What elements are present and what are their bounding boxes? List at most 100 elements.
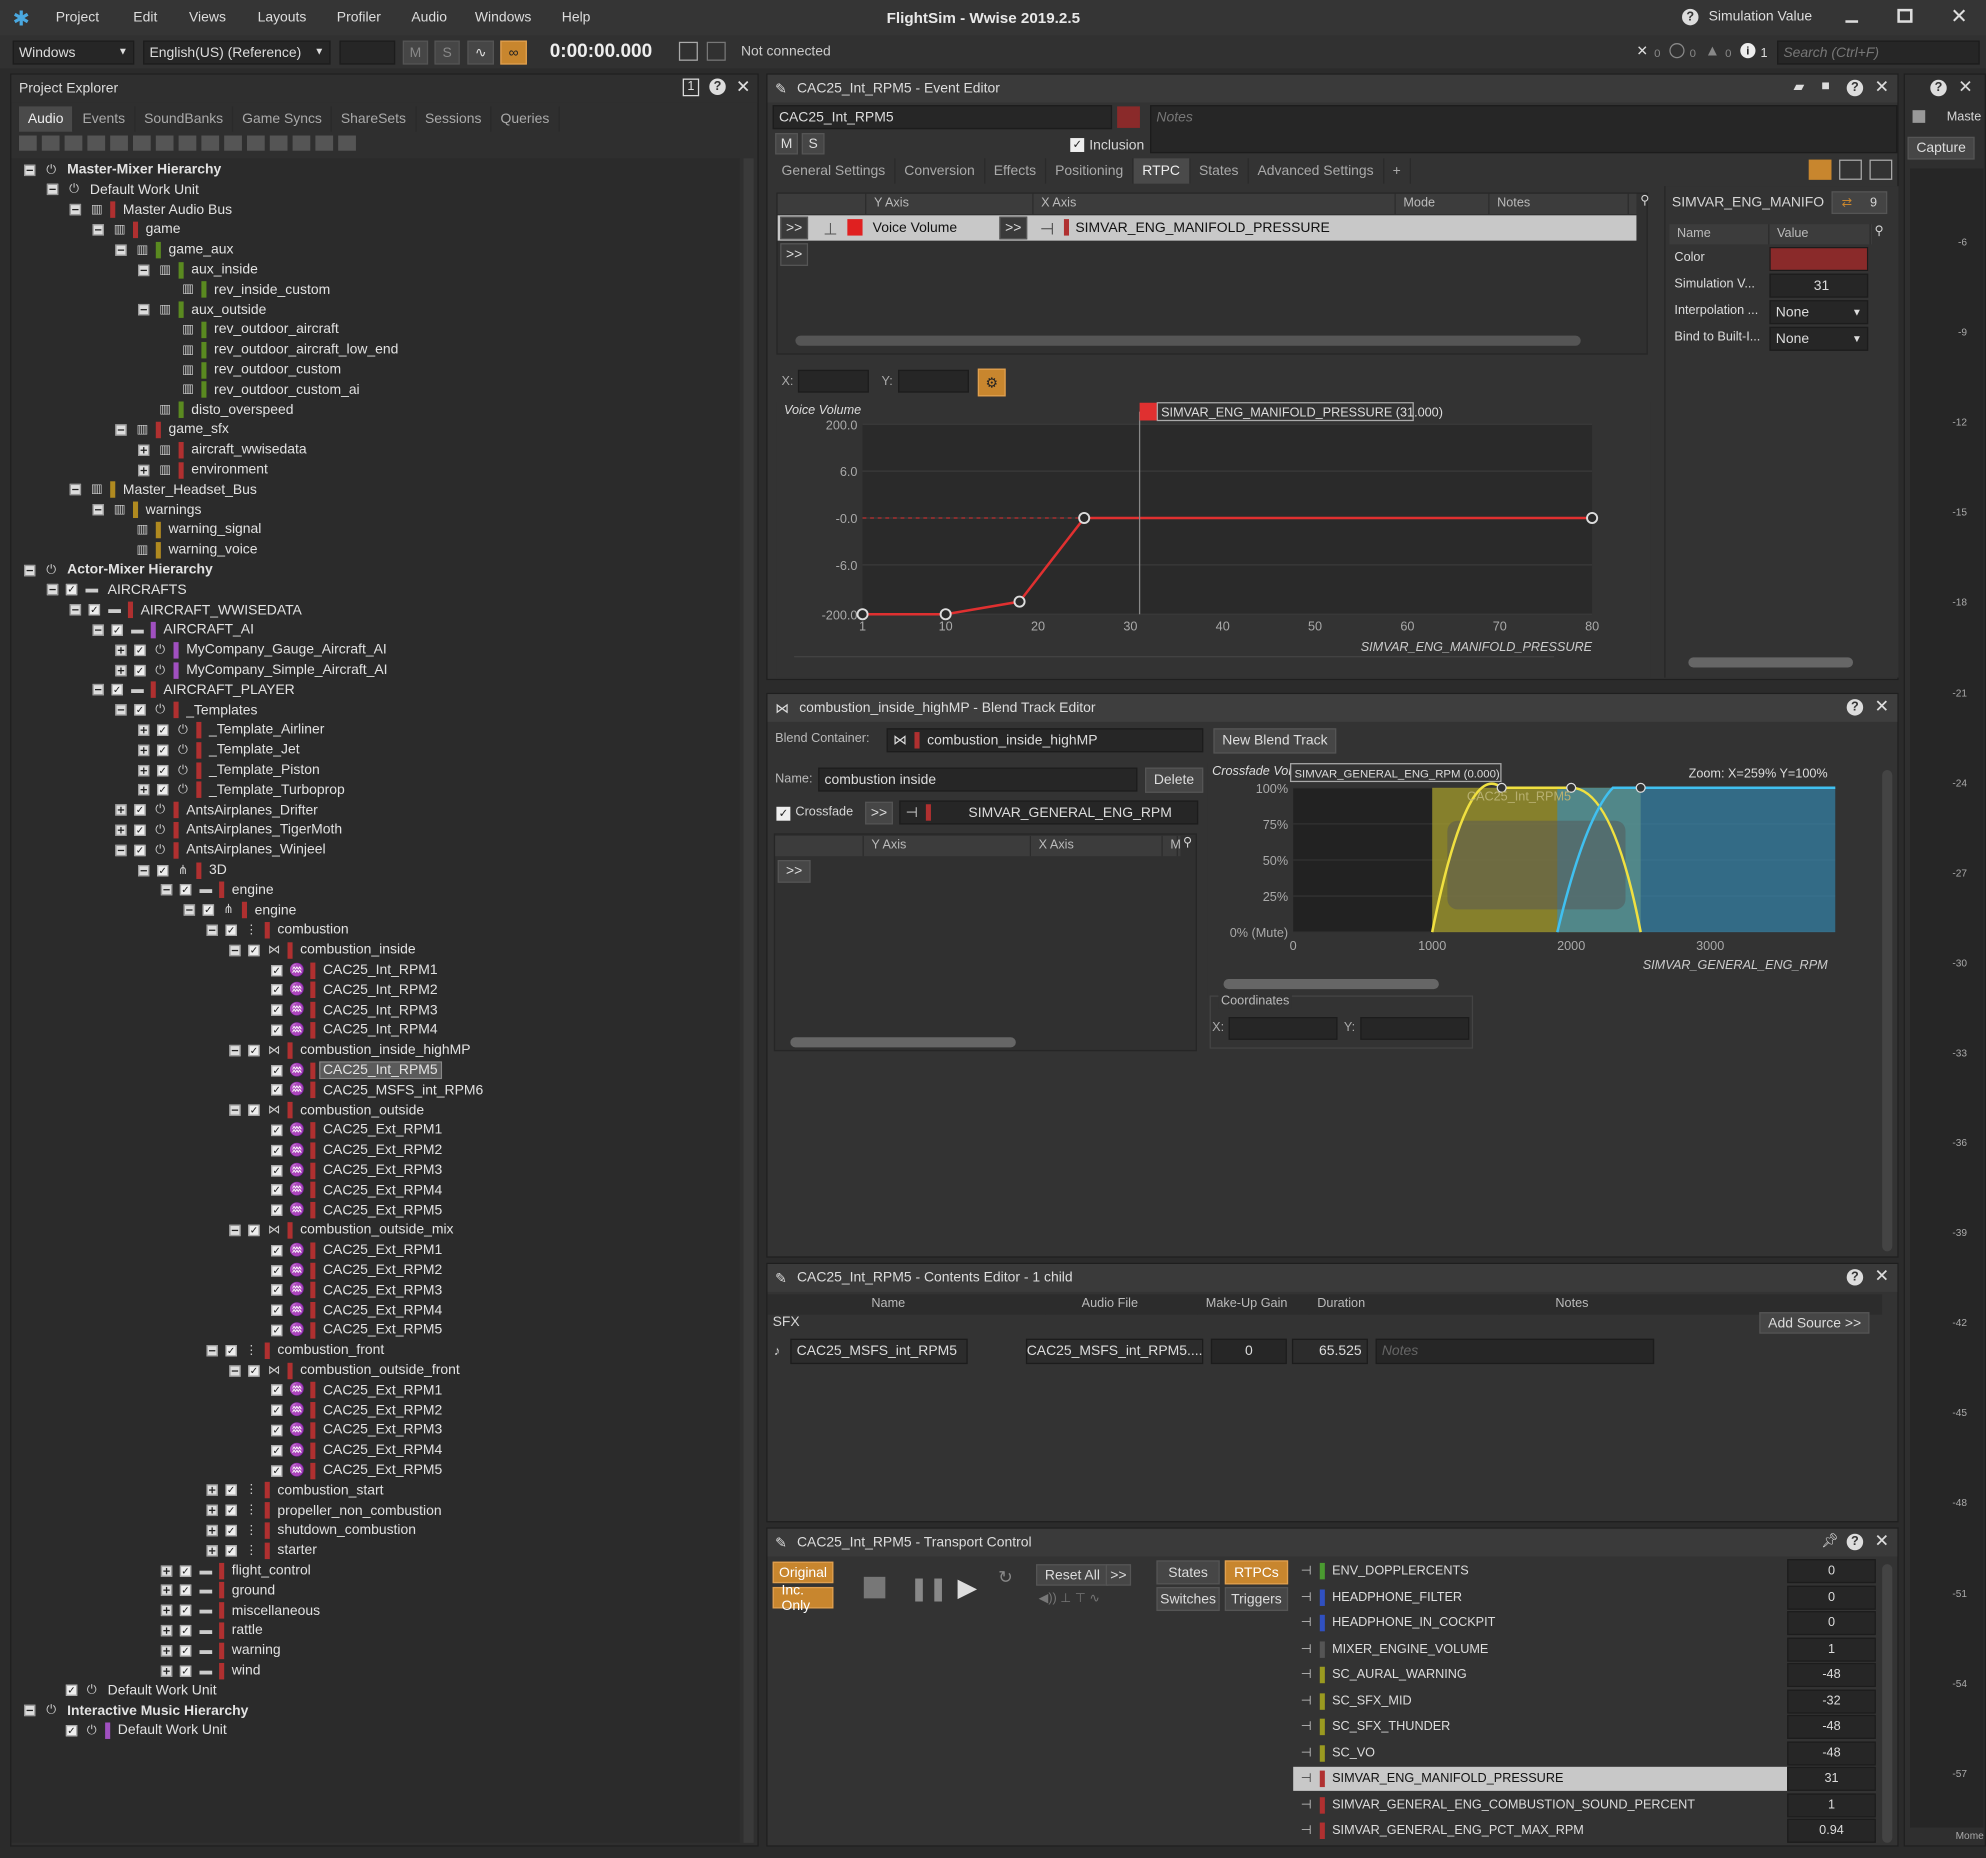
include-checkbox[interactable]: ✓ [134, 704, 146, 716]
tab-game-syncs[interactable]: Game Syncs [233, 106, 333, 132]
collapse-icon[interactable] [229, 1104, 241, 1116]
tree-item[interactable]: ▥ rev_outdoor_custom_ai [161, 380, 362, 400]
blank-field[interactable] [339, 40, 396, 65]
collapse-icon[interactable] [160, 884, 173, 896]
close-icon[interactable]: ✕ [736, 76, 751, 98]
rtpc-list-item[interactable]: ⊣ SC_VO [1293, 1741, 1787, 1765]
chart-toggle-icon[interactable]: ∿ [467, 40, 494, 65]
tree-item[interactable]: ▥ game [92, 220, 183, 240]
include-checkbox[interactable]: ✓ [271, 1304, 283, 1317]
warning-icon[interactable]: ▲ [1705, 42, 1720, 60]
close-icon[interactable]: ✕ [1958, 76, 1973, 98]
close-icon[interactable]: ✕ [1951, 4, 1968, 29]
collapse-icon[interactable] [115, 844, 127, 856]
curve-point[interactable] [1078, 511, 1091, 525]
tree-item[interactable]: ✓ ♒ CAC25_Ext_RPM4 [252, 1180, 445, 1200]
tree-item[interactable]: ✓ ♒ CAC25_Ext_RPM5 [252, 1200, 445, 1220]
tree-item[interactable]: ▥ warning_voice [115, 540, 260, 560]
tree-item[interactable]: ✓ ⋮ combustion_start [206, 1480, 386, 1500]
expand-button[interactable]: >> [780, 216, 809, 240]
collapse-icon[interactable] [69, 604, 82, 616]
tree-item[interactable]: ✓ ▬ AIRCRAFTS [46, 580, 189, 600]
rtpc-value-field[interactable]: -48 [1787, 1662, 1876, 1688]
close-icon[interactable]: ✕ [1875, 1265, 1890, 1287]
capture-button[interactable]: Capture [1907, 136, 1975, 160]
tree-item[interactable]: ✓ ♒ CAC25_Ext_RPM3 [252, 1420, 445, 1440]
include-checkbox[interactable]: ✓ [111, 684, 123, 696]
expand-icon[interactable] [138, 444, 150, 456]
expand-icon[interactable] [115, 644, 127, 656]
collapse-icon[interactable] [69, 484, 82, 496]
expand-icon[interactable] [160, 1564, 173, 1577]
include-checkbox[interactable]: ✓ [157, 744, 169, 756]
expand-icon[interactable] [115, 824, 127, 836]
toolbar-icon[interactable] [155, 135, 174, 151]
include-checkbox[interactable]: ✓ [271, 1384, 283, 1397]
stop-icon[interactable] [863, 1576, 886, 1599]
help-icon[interactable]: ? [1846, 699, 1864, 716]
include-checkbox[interactable]: ✓ [179, 1604, 192, 1617]
include-checkbox[interactable]: ✓ [134, 644, 146, 656]
collapse-icon[interactable] [229, 1224, 241, 1236]
tree-item[interactable]: ✓ ⏻ AntsAirplanes_TigerMoth [115, 820, 344, 840]
save-icon[interactable]: ■ [1821, 79, 1829, 94]
menu-item-windows[interactable]: Windows [475, 10, 532, 25]
tree-item[interactable]: ⏻ Actor-Mixer Hierarchy [24, 560, 215, 580]
include-checkbox[interactable]: ✓ [179, 1664, 192, 1677]
audio-file-cell[interactable]: CAC25_MSFS_int_RPM5.... [1025, 1338, 1204, 1365]
include-checkbox[interactable]: ✓ [248, 1104, 260, 1116]
mute-toggle[interactable]: M [402, 40, 429, 65]
tree-item[interactable]: ✓ ♒ CAC25_Ext_RPM2 [252, 1260, 445, 1280]
include-checkbox[interactable]: ✓ [271, 1424, 283, 1437]
include-checkbox[interactable]: ✓ [271, 1444, 283, 1457]
tree-item[interactable]: ✓ ♒ CAC25_Int_RPM2 [252, 980, 440, 1000]
include-checkbox[interactable]: ✓ [271, 1084, 283, 1096]
curve-point[interactable] [1586, 511, 1599, 525]
toolbar-icon[interactable] [87, 135, 106, 151]
include-checkbox[interactable]: ✓ [157, 784, 169, 796]
expand-icon[interactable] [138, 784, 150, 796]
horizontal-scrollbar[interactable] [790, 1037, 1016, 1048]
toolbar-icon[interactable] [41, 135, 60, 151]
simulation-value-label[interactable]: Simulation Value [1709, 9, 1813, 24]
collapse-icon[interactable] [69, 204, 82, 216]
tree-item[interactable]: ▥ game_aux [115, 240, 236, 260]
collapse-icon[interactable] [46, 584, 59, 596]
collapse-icon[interactable] [24, 1704, 36, 1717]
include-checkbox[interactable]: ✓ [271, 1244, 283, 1257]
collapse-icon[interactable] [229, 1364, 241, 1377]
collapse-icon[interactable] [46, 184, 59, 196]
rtpc-value-field[interactable]: 0 [1787, 1585, 1876, 1610]
tab-rtpc[interactable]: RTPC [1133, 158, 1191, 184]
source-name-cell[interactable]: CAC25_MSFS_int_RPM5 [790, 1338, 968, 1365]
vertical-scrollbar[interactable] [1882, 1564, 1893, 1843]
tree-item[interactable]: ✓ ⋮ combustion_front [206, 1340, 386, 1360]
play-icon[interactable]: ▶ [958, 1572, 977, 1604]
vertical-scrollbar[interactable] [1882, 770, 1893, 1252]
tree-item[interactable]: ✓ ♒ CAC25_Ext_RPM3 [252, 1280, 445, 1300]
explorer-index-badge[interactable]: 1 [682, 78, 700, 97]
delete-track-button[interactable]: Delete [1144, 767, 1204, 793]
toolbar-icon[interactable] [224, 135, 242, 151]
error-icon[interactable] [1669, 43, 1685, 59]
tree-item[interactable]: ✓ ⏻ AntsAirplanes_Winjeel [115, 840, 328, 860]
tree-item[interactable]: ✓ ▬ miscellaneous [160, 1600, 323, 1620]
expand-icon[interactable] [206, 1544, 218, 1557]
help-icon[interactable]: ? [1846, 1269, 1864, 1286]
collapse-icon[interactable] [229, 944, 241, 956]
rtpc-list-item[interactable]: ⊣ SIMVAR_GENERAL_ENG_COMBUSTION_SOUND_PER… [1293, 1793, 1787, 1817]
collapse-icon[interactable] [92, 684, 104, 696]
menu-item-edit[interactable]: Edit [133, 10, 157, 25]
tree-item[interactable]: ⏻ Master-Mixer Hierarchy [24, 160, 224, 180]
horizontal-scrollbar[interactable] [795, 335, 1581, 346]
collapse-icon[interactable] [183, 904, 196, 916]
tab-queries[interactable]: Queries [492, 106, 560, 132]
expand-button[interactable]: >> [777, 859, 811, 883]
close-icon[interactable]: ✕ [1636, 43, 1648, 59]
remote-disconnect-icon[interactable] [706, 41, 726, 61]
include-checkbox[interactable]: ✓ [271, 1184, 283, 1196]
tree-item[interactable]: ✓ ♒ CAC25_Ext_RPM1 [252, 1240, 445, 1260]
tree-item[interactable]: ✓ ⏻ _Templates [115, 700, 260, 720]
rtpc-list-item[interactable]: ⊣ SIMVAR_GENERAL_ENG_PCT_MAX_RPM [1293, 1819, 1787, 1843]
include-checkbox[interactable]: ✓ [157, 764, 169, 776]
